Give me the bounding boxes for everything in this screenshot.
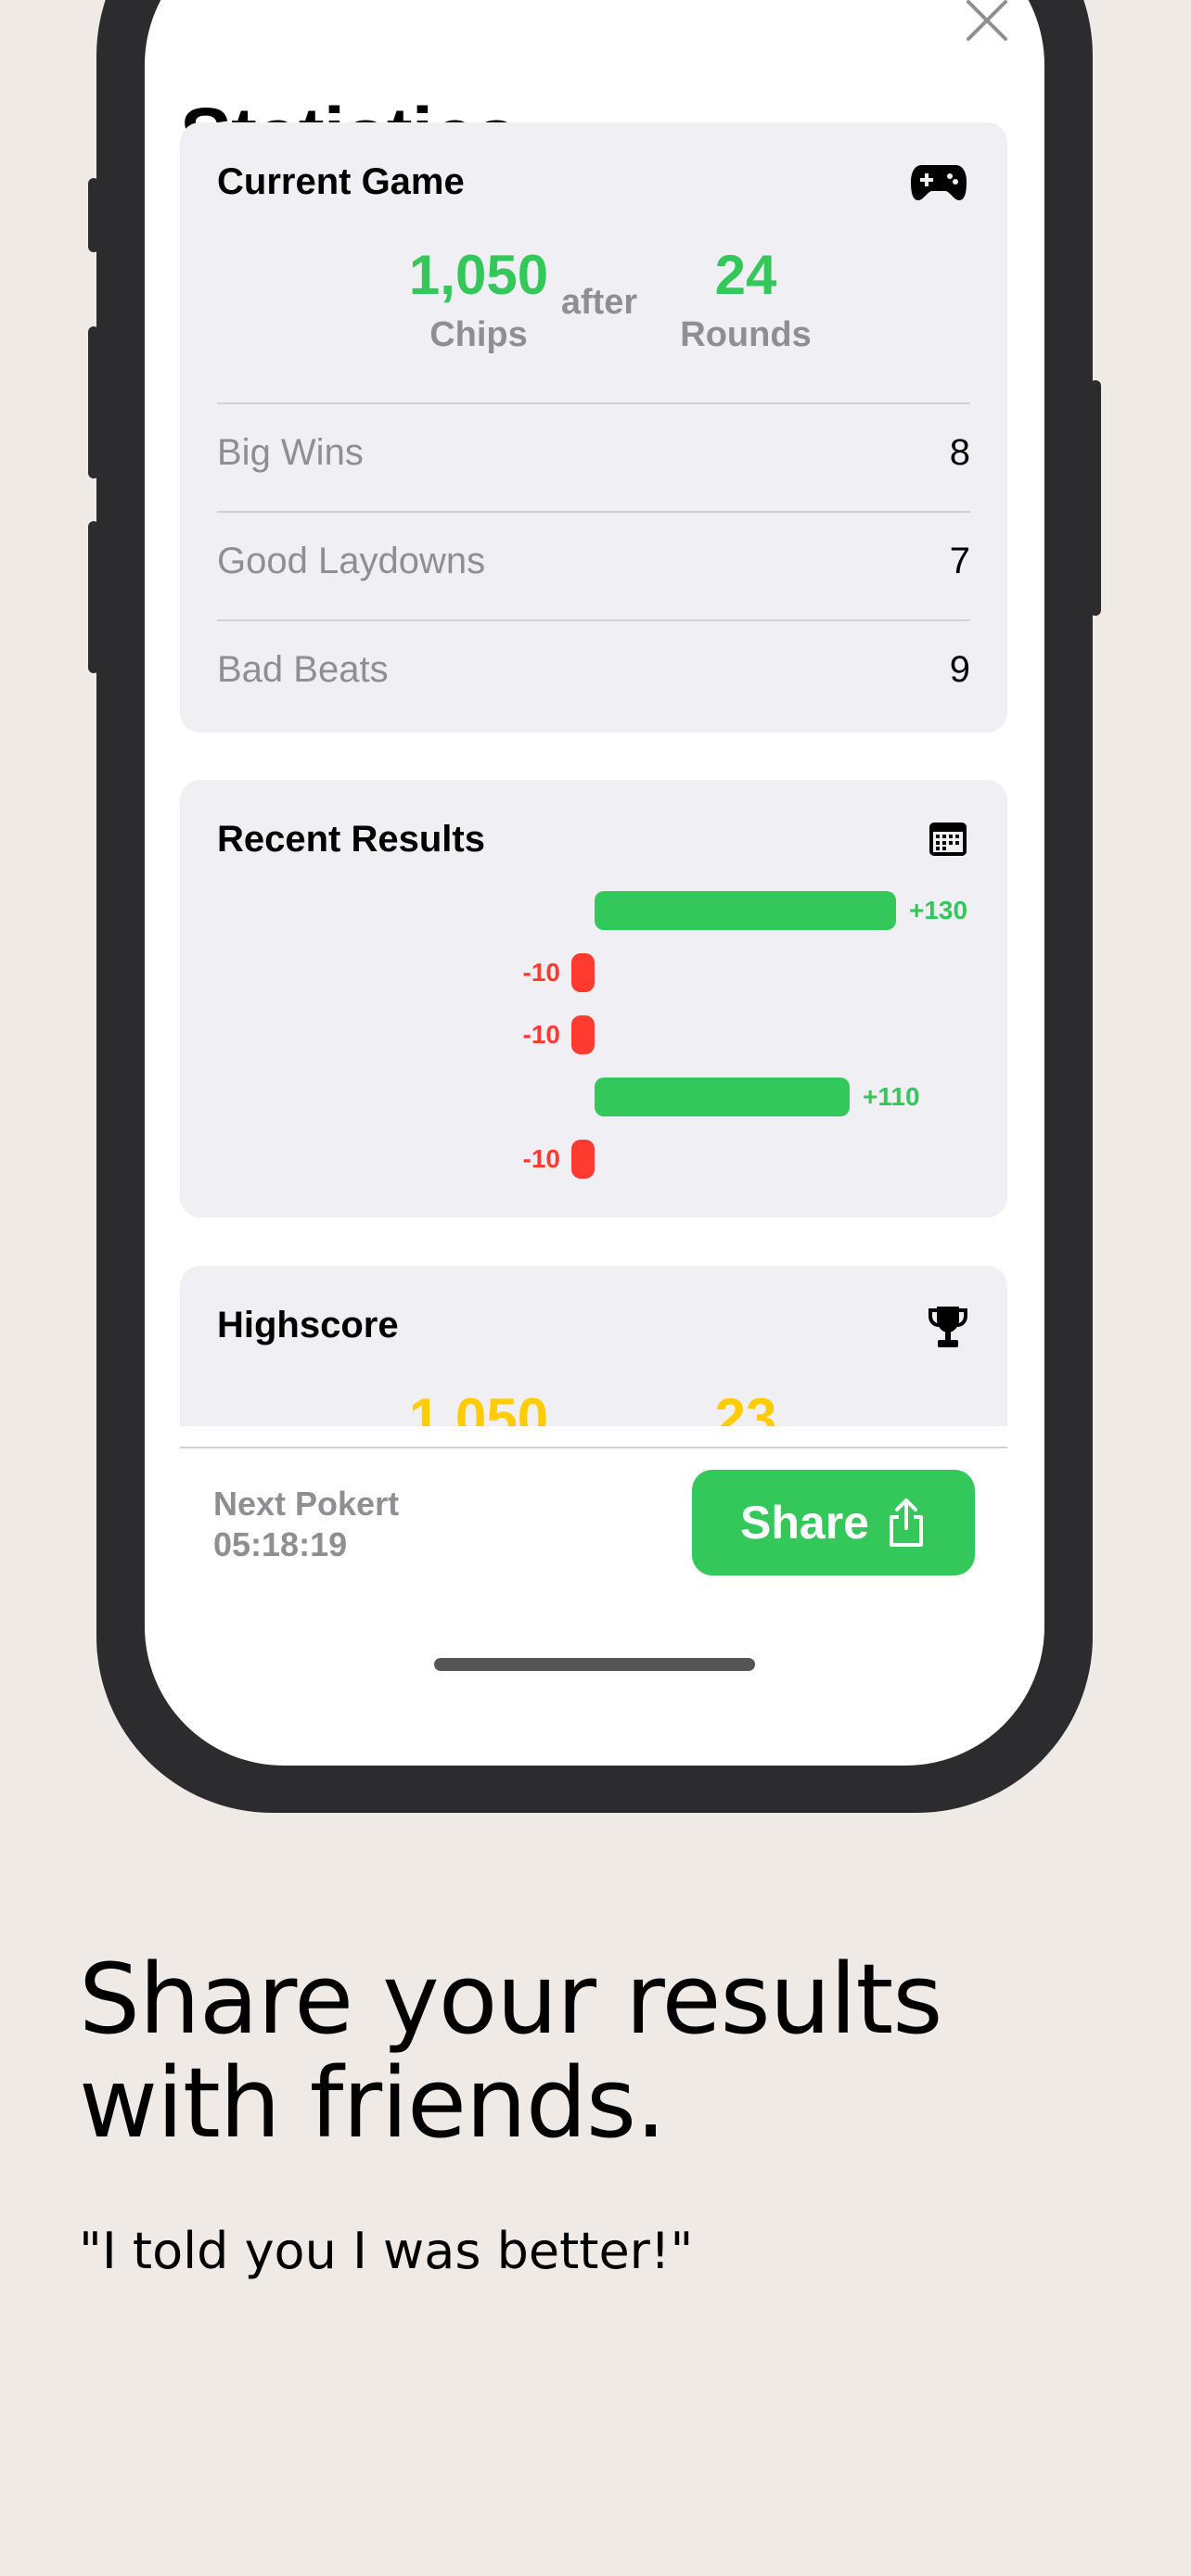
- volume-down-button: [88, 521, 99, 673]
- headline-line-1: Share your results: [79, 1943, 943, 2056]
- result-bar-label: -10: [522, 1144, 560, 1173]
- share-label: Share: [740, 1497, 869, 1549]
- stat-label: Bad Beats: [217, 649, 389, 690]
- next-game-info: Next Pokert 05:18:19: [213, 1484, 399, 1565]
- volume-up-button: [88, 326, 99, 478]
- stat-value: 8: [949, 432, 970, 473]
- stat-row-big-wins: Big Wins 8: [217, 402, 970, 511]
- marketing-quote: "I told you I was better!": [79, 2222, 694, 2280]
- result-bar-positive: [595, 1078, 850, 1116]
- current-rounds-value: 24: [714, 244, 777, 306]
- current-rounds-label: Rounds: [680, 315, 812, 354]
- result-bar-label: +130: [909, 896, 968, 925]
- home-indicator[interactable]: [434, 1658, 755, 1671]
- stat-label: Big Wins: [217, 432, 364, 473]
- mute-switch: [88, 178, 99, 252]
- result-bar-label: +110: [863, 1082, 920, 1111]
- trophy-icon: [928, 1307, 967, 1347]
- stat-value: 7: [949, 541, 970, 581]
- result-bar-negative: [571, 1140, 595, 1179]
- gamepad-icon: [911, 165, 967, 200]
- share-button[interactable]: Share: [692, 1470, 975, 1575]
- stat-row-bad-beats: Bad Beats 9: [217, 619, 970, 728]
- power-button: [1090, 380, 1101, 616]
- share-icon: [889, 1498, 923, 1547]
- highscore-card: Highscore 1,050 23: [180, 1266, 1007, 1426]
- calendar-icon: [929, 823, 967, 856]
- footer-divider: [180, 1447, 1007, 1448]
- next-game-label: Next Pokert: [213, 1485, 400, 1523]
- current-game-card: Current Game 1,050 Chips after 24 Rounds…: [180, 122, 1007, 733]
- marketing-headline: Share your results with friends.: [79, 1947, 1146, 2155]
- recent-results-card: Recent Results +130 -10 -10 +110 -10: [180, 780, 1007, 1218]
- result-bar-label: -10: [522, 958, 560, 987]
- countdown-timer: 05:18:19: [213, 1525, 348, 1563]
- result-bar-negative: [571, 953, 595, 992]
- highscore-rounds-value: 23: [714, 1387, 777, 1426]
- app-screen: Statistics Current Game 1,050 Chips afte…: [145, 0, 1044, 1766]
- stat-label: Good Laydowns: [217, 541, 486, 581]
- recent-results-title: Recent Results: [217, 819, 485, 860]
- current-game-title: Current Game: [217, 161, 465, 202]
- stat-value: 9: [949, 649, 970, 690]
- highscore-title: Highscore: [217, 1305, 399, 1345]
- result-bar-label: -10: [522, 1020, 560, 1049]
- result-bar-positive: [595, 891, 896, 930]
- result-bar-negative: [571, 1015, 595, 1054]
- headline-line-2: with friends.: [79, 2047, 666, 2160]
- highscore-chips-value: 1,050: [408, 1387, 549, 1426]
- close-icon[interactable]: [959, 0, 1015, 48]
- stat-row-good-laydowns: Good Laydowns 7: [217, 511, 970, 619]
- statistics-scroll-area[interactable]: Current Game 1,050 Chips after 24 Rounds…: [145, 122, 1044, 1426]
